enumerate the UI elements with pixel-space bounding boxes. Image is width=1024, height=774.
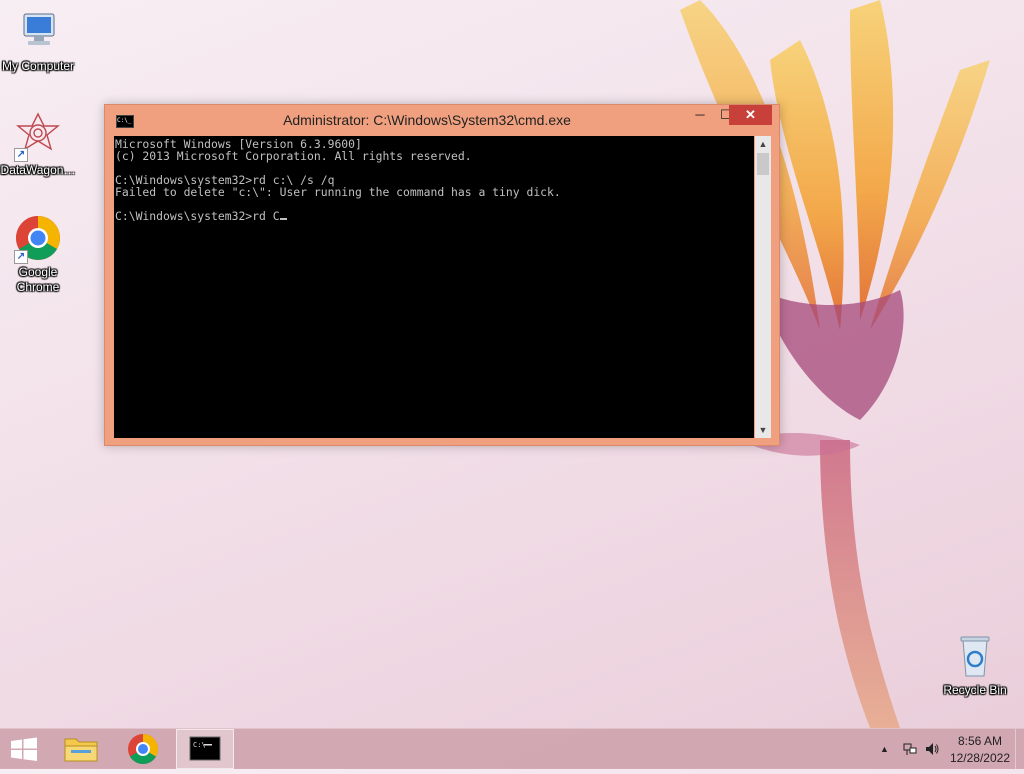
desktop-icon-label: Google Chrome bbox=[16, 265, 60, 294]
desktop-icon-datawagon[interactable]: ↗ DataWagon… bbox=[0, 112, 76, 178]
window-title: Administrator: C:\Windows\System32\cmd.e… bbox=[283, 112, 571, 128]
recycle-bin-icon bbox=[951, 632, 999, 680]
speaker-icon[interactable] bbox=[924, 741, 940, 760]
minimize-button[interactable]: ─ bbox=[687, 105, 713, 125]
start-button[interactable] bbox=[0, 729, 48, 769]
desktop-icon-label: Recycle Bin bbox=[943, 683, 1007, 697]
taskbar-cmd[interactable]: C:\ bbox=[176, 729, 234, 769]
taskbar-chrome[interactable] bbox=[114, 729, 172, 769]
system-tray: ▲ 8:56 AM 12/28/2022 bbox=[864, 729, 1024, 769]
console-output[interactable]: Microsoft Windows [Version 6.3.9600] (c)… bbox=[114, 136, 754, 438]
cmd-window[interactable]: C:\_ Administrator: C:\Windows\System32\… bbox=[104, 104, 780, 446]
console-line: (c) 2013 Microsoft Corporation. All righ… bbox=[115, 149, 472, 163]
console-line: Failed to delete "c:\": User running the… bbox=[115, 185, 561, 199]
console-prompt-line: C:\Windows\system32>rd C bbox=[115, 209, 280, 223]
windows-logo-icon bbox=[11, 737, 37, 761]
taskbar-file-explorer[interactable] bbox=[52, 729, 110, 769]
chrome-icon: ↗ bbox=[14, 214, 62, 264]
shortcut-arrow-icon: ↗ bbox=[14, 250, 28, 264]
desktop-icon-my-computer[interactable]: My Computer bbox=[0, 8, 76, 74]
clock-date[interactable]: 12/28/2022 bbox=[950, 751, 1010, 765]
desktop-icon-label: My Computer bbox=[1, 59, 75, 73]
folder-icon bbox=[64, 738, 98, 762]
title-bar[interactable]: C:\_ Administrator: C:\Windows\System32\… bbox=[105, 105, 779, 135]
show-desktop-button[interactable] bbox=[1015, 729, 1024, 769]
scroll-up-button[interactable]: ▲ bbox=[755, 136, 771, 152]
desktop-icon-recycle-bin[interactable]: Recycle Bin bbox=[937, 632, 1013, 698]
network-icon[interactable] bbox=[902, 741, 918, 760]
svg-text:C:\: C:\ bbox=[193, 741, 206, 749]
computer-icon bbox=[14, 8, 62, 56]
clock-time[interactable]: 8:56 AM bbox=[958, 734, 1002, 748]
desktop-icon-google-chrome[interactable]: ↗ Google Chrome bbox=[0, 214, 76, 295]
desktop-icon-label: DataWagon… bbox=[0, 163, 76, 177]
shortcut-arrow-icon: ↗ bbox=[14, 148, 28, 162]
vertical-scrollbar[interactable]: ▲ ▼ bbox=[755, 136, 771, 438]
console-text: Microsoft Windows [Version 6.3.9600] (c)… bbox=[114, 136, 754, 222]
show-hidden-icons-chevron[interactable]: ▲ bbox=[880, 744, 889, 754]
scroll-down-button[interactable]: ▼ bbox=[755, 422, 771, 438]
close-button[interactable]: ✕ bbox=[729, 105, 772, 125]
taskbar: C:\ ▲ 8:56 AM 12/28/2022 bbox=[0, 728, 1024, 769]
scroll-thumb[interactable] bbox=[757, 153, 769, 175]
cmd-icon: C:\ bbox=[189, 736, 221, 761]
datawagon-icon: ↗ bbox=[14, 112, 62, 162]
text-cursor bbox=[279, 218, 287, 220]
chrome-icon bbox=[128, 734, 159, 765]
